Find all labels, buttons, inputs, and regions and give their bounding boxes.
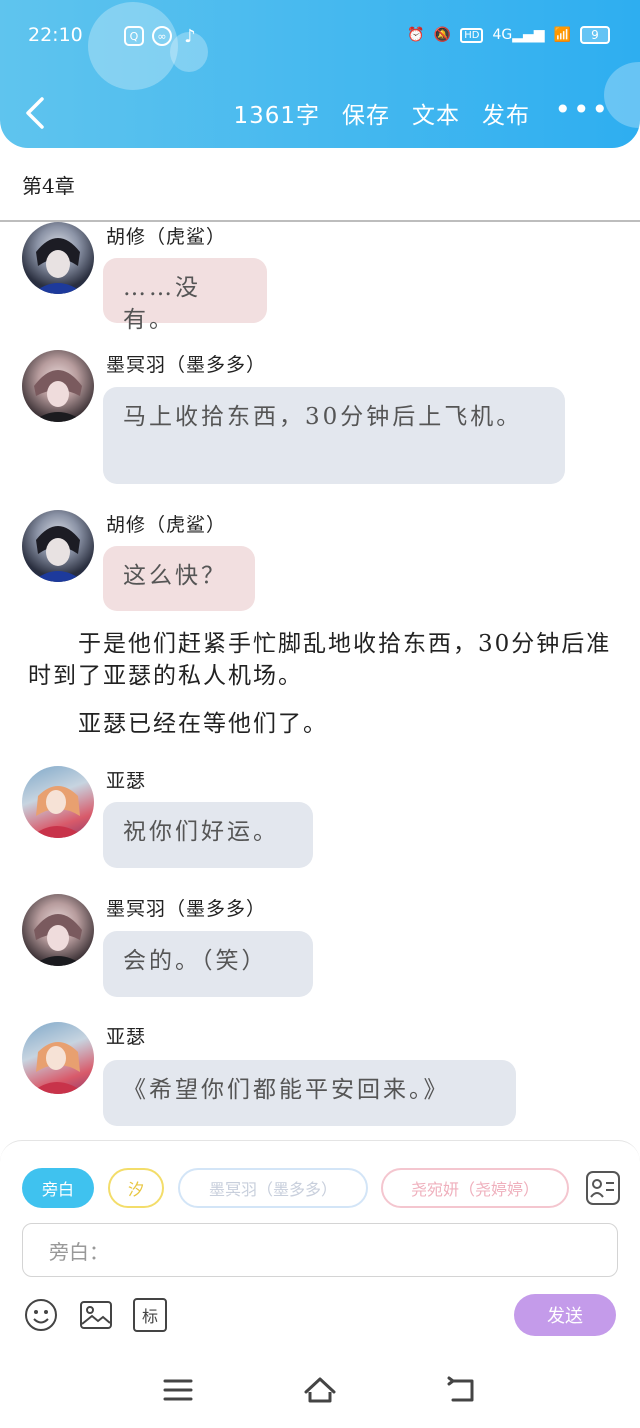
chat-bubble[interactable]: 祝你们好运。	[103, 802, 313, 868]
avatar-art	[32, 526, 84, 582]
header: 22:10 Q ∞ ♪ ⏰ 🔕 HD 4G▂▄▆ 📶 9 1361字 保存 文本…	[0, 0, 640, 148]
avatar-art	[32, 370, 84, 422]
input-placeholder: 旁白：	[49, 1239, 109, 1264]
status-bar: 22:10 Q ∞ ♪ ⏰ 🔕 HD 4G▂▄▆ 📶 9	[28, 18, 610, 54]
system-nav-bar	[0, 1352, 640, 1428]
avatar-art	[32, 914, 84, 966]
image-icon[interactable]	[79, 1298, 113, 1332]
speaker-name: 墨冥羽（墨多多）	[106, 354, 267, 376]
battery-icon: 9	[580, 26, 610, 44]
message-input[interactable]: 旁白：	[22, 1223, 618, 1277]
top-bar: 1361字 保存 文本 发布 •••	[0, 92, 640, 134]
avatar-art	[30, 786, 86, 838]
signal-icon: 4G▂▄▆	[492, 27, 545, 43]
avatar-mominyu[interactable]	[22, 350, 94, 422]
role-chip-narrator[interactable]: 旁白	[22, 1168, 94, 1208]
tag-icon[interactable]: 标	[133, 1298, 167, 1332]
speaker-name: 胡修（虎鲨）	[106, 514, 227, 536]
narration-paragraph[interactable]: 亚瑟已经在等他们了。	[28, 708, 613, 740]
home-icon[interactable]	[302, 1372, 338, 1408]
hd-icon: HD	[460, 27, 484, 43]
chat-bubble[interactable]: ……没有。	[103, 258, 267, 333]
avatar-yase[interactable]	[22, 1022, 94, 1094]
text-button[interactable]: 文本	[412, 96, 460, 130]
chat-content[interactable]: 胡修（虎鲨） ……没有。 墨冥羽（墨多多） 马上收拾东西，30分钟后上飞机。 胡…	[0, 222, 640, 1140]
save-button[interactable]: 保存	[342, 96, 390, 130]
speaker-name: 亚瑟	[106, 770, 147, 792]
chat-bubble[interactable]: 《希望你们都能平安回来。》	[103, 1060, 516, 1126]
back-arrow-icon[interactable]	[22, 96, 52, 130]
avatar-art	[30, 1042, 86, 1094]
avatar-art	[32, 238, 84, 294]
alarm-icon: ⏰	[407, 27, 425, 43]
avatar-yase[interactable]	[22, 766, 94, 838]
role-chip-mominyu[interactable]: 墨冥羽（墨多多）	[178, 1168, 368, 1208]
chat-bubble[interactable]: 这么快？	[103, 546, 255, 611]
menu-icon[interactable]	[160, 1372, 196, 1408]
word-count: 1361字	[233, 103, 320, 129]
more-icon[interactable]: •••	[554, 96, 610, 124]
speaker-name: 胡修（虎鲨）	[106, 226, 227, 248]
chapter-title-bar[interactable]: 第4章	[0, 148, 640, 222]
link-icon: ∞	[152, 26, 172, 46]
chat-bubble[interactable]: 马上收拾东西，30分钟后上飞机。	[103, 387, 565, 484]
narration-paragraph[interactable]: 于是他们赶紧手忙脚乱地收拾东西，30分钟后准时到了亚瑟的私人机场。	[28, 628, 613, 692]
compose-panel: 旁白 汐 墨冥羽（墨多多） 尧宛妍（尧婷婷） 旁白： 标 发送	[0, 1140, 640, 1353]
publish-button[interactable]: 发布	[482, 96, 530, 130]
avatar-huxiu[interactable]	[22, 222, 94, 294]
wifi-icon: 📶	[553, 27, 571, 43]
role-chip-xi[interactable]: 汐	[108, 1168, 164, 1208]
chat-bubble[interactable]: 会的。（笑）	[103, 931, 313, 997]
avatar-huxiu[interactable]	[22, 510, 94, 582]
emoji-icon[interactable]	[24, 1298, 58, 1332]
avatar-mominyu[interactable]	[22, 894, 94, 966]
back-nav-icon[interactable]	[444, 1372, 480, 1408]
clock: 22:10	[28, 24, 83, 46]
mute-icon: 🔕	[433, 27, 452, 43]
speaker-name: 墨冥羽（墨多多）	[106, 898, 267, 920]
speaker-name: 亚瑟	[106, 1026, 147, 1048]
tag-label: 标	[141, 1307, 158, 1326]
role-chip-yaowanyan[interactable]: 尧宛妍（尧婷婷）	[381, 1168, 569, 1208]
tiktok-icon: ♪	[184, 25, 196, 47]
send-button[interactable]: 发送	[514, 1294, 616, 1336]
chapter-title: 第4章	[22, 174, 75, 198]
qq-icon: Q	[124, 26, 144, 46]
role-list-icon[interactable]	[585, 1170, 621, 1206]
